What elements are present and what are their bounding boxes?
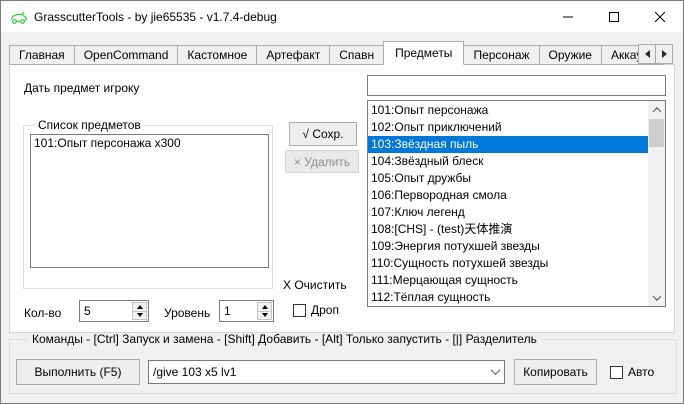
tab-items[interactable]: Предметы (383, 41, 464, 65)
copy-button[interactable]: Копировать (514, 359, 597, 385)
tab-spawn[interactable]: Спавн (329, 45, 384, 65)
saved-items-groupbox: Список предметов 101:Опыт персонажа x300 (23, 125, 273, 289)
give-item-label: Дать предмет игроку (24, 81, 139, 95)
auto-checkbox-box[interactable] (610, 366, 623, 379)
list-item[interactable]: 107:Ключ легенд (368, 204, 648, 221)
tab-artifact[interactable]: Артефакт (256, 45, 330, 65)
command-input[interactable] (149, 361, 482, 383)
quantity-value[interactable]: 5 (84, 304, 91, 318)
level-down-icon[interactable] (257, 311, 272, 321)
item-list-rows: 101:Опыт персонажа 102:Опыт приключений … (368, 102, 648, 306)
tab-scroll-right-icon[interactable] (655, 44, 673, 64)
saved-items-list[interactable]: 101:Опыт персонажа x300 (30, 134, 269, 268)
list-item[interactable]: 104:Звёздный блеск (368, 153, 648, 170)
list-item[interactable]: 108:[CHS] - (test)天体推演 (368, 221, 648, 238)
tab-weapon[interactable]: Оружие (539, 45, 602, 65)
list-item[interactable]: 102:Опыт приключений (368, 119, 648, 136)
commands-groupbox: Команды - [Ctrl] Запуск и замена - [Shif… (9, 339, 677, 394)
items-tab-page: Дать предмет игроку 101:Опыт персонажа 1… (9, 64, 675, 333)
clear-label[interactable]: X Очистить (283, 278, 347, 292)
tab-strip: Главная OpenCommand Кастомное Артефакт С… (9, 41, 675, 65)
save-button[interactable]: √ Сохр. (289, 122, 357, 146)
level-value[interactable]: 1 (224, 304, 231, 318)
item-list[interactable]: 101:Опыт персонажа 102:Опыт приключений … (367, 100, 666, 307)
tab-opencommand[interactable]: OpenCommand (74, 45, 179, 65)
tab-scroll-buttons (639, 44, 673, 402)
list-item[interactable]: 101:Опыт персонажа (368, 102, 648, 119)
saved-list-item[interactable]: 101:Опыт персонажа x300 (31, 135, 268, 152)
commands-legend: Команды - [Ctrl] Запуск и замена - [Shif… (28, 332, 541, 346)
drop-checkbox-label: Дроп (311, 303, 339, 317)
saved-items-legend: Список предметов (34, 118, 145, 132)
tab-character[interactable]: Персонаж (463, 45, 539, 65)
tab-home[interactable]: Главная (9, 45, 75, 65)
delete-button: × Удалить (285, 150, 359, 173)
quantity-down-icon[interactable] (132, 311, 147, 321)
list-item[interactable]: 111:Мерцающая сущность (368, 272, 648, 289)
tab-custom[interactable]: Кастомное (177, 45, 257, 65)
drop-checkbox-box[interactable] (293, 304, 306, 317)
list-item[interactable]: 110:Сущность потухшей звезды (368, 255, 648, 272)
quantity-stepper[interactable]: 5 (79, 300, 149, 322)
app-icon (10, 9, 28, 25)
titlebar: GrasscutterTools - by jie65535 - v1.7.4-… (1, 1, 683, 32)
app-window: GrasscutterTools - by jie65535 - v1.7.4-… (0, 0, 684, 404)
list-item[interactable]: 105:Опыт дружбы (368, 170, 648, 187)
level-label: Уровень (164, 306, 210, 320)
item-search-input[interactable] (367, 75, 666, 96)
list-item[interactable]: 109:Энергия потухшей звезды (368, 238, 648, 255)
execute-button[interactable]: Выполнить (F5) (16, 359, 140, 385)
drop-checkbox[interactable]: Дроп (293, 303, 339, 317)
minimize-button[interactable] (545, 1, 591, 32)
list-item[interactable]: 106:Первородная смола (368, 187, 648, 204)
list-item-selected[interactable]: 103:Звёздная пыль (368, 136, 648, 153)
close-button[interactable] (637, 1, 683, 32)
command-combobox[interactable] (148, 360, 505, 384)
chevron-down-icon[interactable] (491, 365, 501, 375)
window-title: GrasscutterTools - by jie65535 - v1.7.4-… (34, 10, 277, 24)
maximize-button[interactable] (591, 1, 637, 32)
tab-scroll-left-icon[interactable] (638, 44, 656, 64)
quantity-label: Кол-во (24, 306, 61, 320)
level-stepper[interactable]: 1 (219, 300, 274, 322)
list-item[interactable]: 112:Тёплая сущность (368, 289, 648, 306)
